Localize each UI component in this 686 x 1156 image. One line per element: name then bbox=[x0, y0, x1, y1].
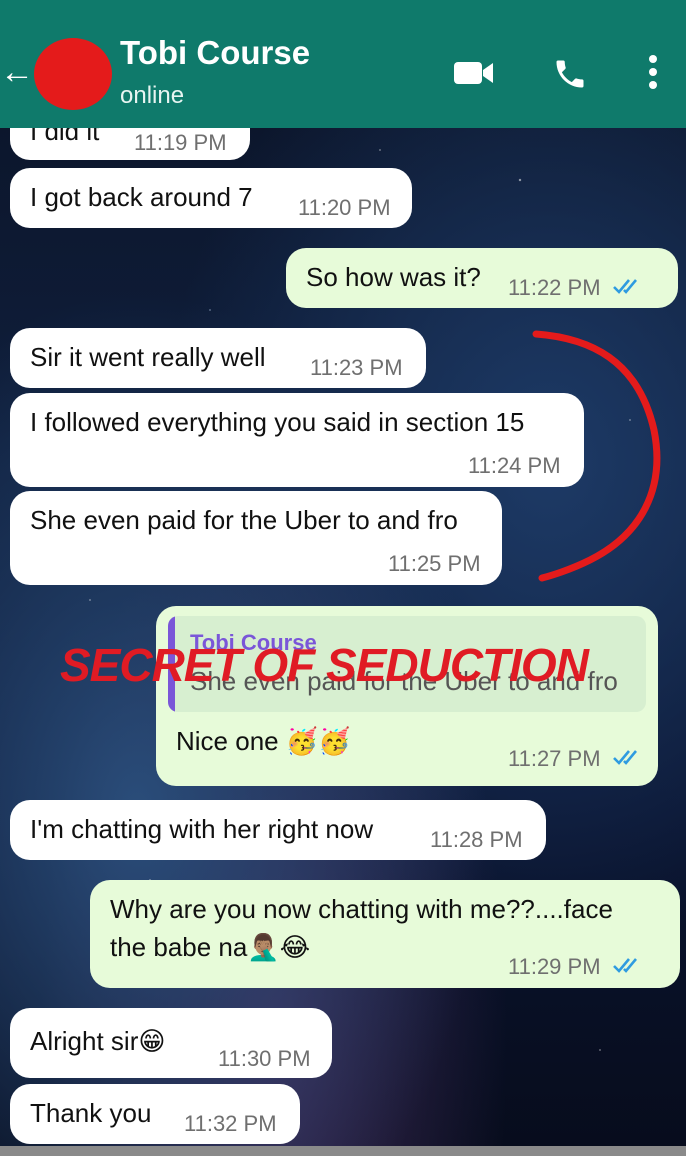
message-text: Alright sir😁 bbox=[30, 1026, 166, 1056]
message-time: 11:29 PM bbox=[508, 954, 601, 979]
read-receipt-icon bbox=[613, 958, 637, 973]
message-time: 11:25 PM bbox=[388, 551, 481, 576]
message-text: Nice one 🥳🥳 bbox=[176, 726, 351, 756]
message-bubble-outgoing[interactable]: So how was it? 11:22 PM bbox=[286, 248, 678, 308]
message-bubble-outgoing[interactable]: Why are you now chatting with me??....fa… bbox=[90, 880, 680, 988]
message-time: 11:22 PM bbox=[508, 275, 601, 300]
message-bubble-incoming[interactable]: Alright sir😁 11:30 PM bbox=[10, 1008, 332, 1078]
message-bubble-incoming[interactable]: Thank you 11:32 PM bbox=[10, 1084, 300, 1144]
message-bubble-incoming[interactable]: I'm chatting with her right now 11:28 PM bbox=[10, 800, 546, 860]
message-bubble-outgoing[interactable]: Tobi Course She even paid for the Uber t… bbox=[156, 606, 658, 786]
message-bubble-incoming[interactable]: I got back around 7 11:20 PM bbox=[10, 168, 412, 228]
message-text: I followed everything you said in sectio… bbox=[30, 407, 525, 437]
navigation-bar bbox=[0, 1146, 686, 1156]
message-time: 11:20 PM bbox=[298, 195, 391, 220]
read-receipt-icon bbox=[613, 750, 637, 765]
message-time: 11:27 PM bbox=[508, 746, 601, 771]
message-text-line-1: Why are you now chatting with me??....fa… bbox=[110, 894, 613, 924]
message-text-line-2: the babe na🤦🏽‍♂️😂 bbox=[110, 932, 311, 962]
message-text: Sir it went really well bbox=[30, 342, 266, 372]
message-bubble-incoming[interactable]: She even paid for the Uber to and fro 11… bbox=[10, 491, 502, 585]
message-time: 11:23 PM bbox=[310, 355, 403, 380]
read-receipt-icon bbox=[613, 279, 637, 294]
red-bracket-annotation bbox=[532, 330, 661, 582]
contact-status: online bbox=[120, 82, 185, 109]
message-text: I got back around 7 bbox=[30, 182, 253, 212]
more-options-icon[interactable] bbox=[646, 54, 660, 90]
message-time: 11:28 PM bbox=[430, 827, 523, 852]
message-text: Thank you bbox=[30, 1098, 152, 1128]
phone-call-icon[interactable] bbox=[552, 56, 588, 92]
message-text: She even paid for the Uber to and fro bbox=[30, 505, 458, 535]
avatar[interactable] bbox=[34, 38, 112, 110]
message-bubble-incoming[interactable]: I followed everything you said in sectio… bbox=[10, 393, 584, 487]
message-text: So how was it? bbox=[306, 262, 481, 292]
watermark-text: SECRET OF SEDUCTION bbox=[60, 639, 589, 691]
chat-header: ← Tobi Course online bbox=[0, 0, 686, 128]
video-call-icon[interactable] bbox=[453, 56, 495, 90]
message-text: I'm chatting with her right now bbox=[30, 814, 374, 844]
back-arrow-icon[interactable]: ← bbox=[0, 52, 34, 92]
message-bubble-incoming[interactable]: Sir it went really well 11:23 PM bbox=[10, 328, 426, 388]
message-time: 11:30 PM bbox=[218, 1046, 311, 1071]
contact-name[interactable]: Tobi Course bbox=[120, 34, 310, 72]
message-time: 11:32 PM bbox=[184, 1111, 277, 1136]
message-time: 11:19 PM bbox=[134, 130, 227, 155]
